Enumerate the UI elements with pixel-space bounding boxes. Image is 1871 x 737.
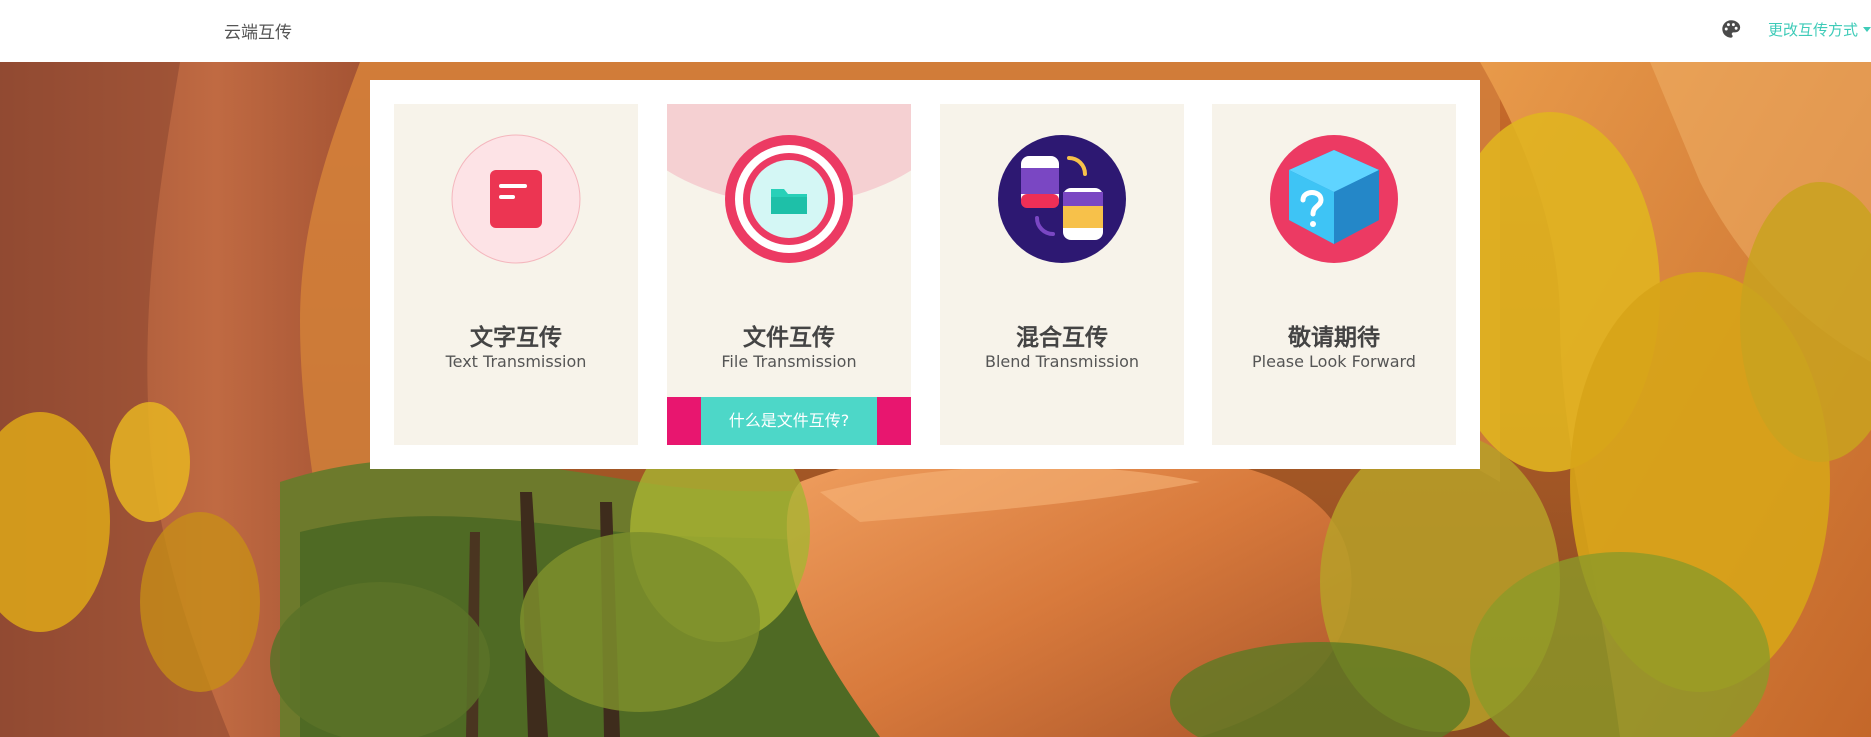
folder-icon bbox=[725, 135, 853, 263]
mystery-box-icon bbox=[1270, 135, 1398, 263]
blend-icon bbox=[998, 135, 1126, 263]
card-subtitle: Blend Transmission bbox=[984, 352, 1139, 371]
what-is-file-transmission-button[interactable]: 什么是文件互传? bbox=[701, 397, 877, 445]
card-please-look-forward[interactable]: 敬请期待 Please Look Forward bbox=[1212, 104, 1456, 445]
brand-link[interactable]: 云端互传 bbox=[224, 18, 292, 43]
navbar: 云端互传 更改互传方式 bbox=[0, 0, 1871, 62]
card-title: 文字互传 bbox=[470, 324, 562, 350]
switch-mode-dropdown[interactable]: 更改互传方式 bbox=[1768, 19, 1871, 40]
document-icon bbox=[451, 134, 581, 264]
help-button-bar: 什么是文件互传? bbox=[667, 397, 911, 445]
palette-icon[interactable] bbox=[1720, 18, 1742, 40]
transmission-panel: 文字互传 Text Transmission 文件互传 File Transmi… bbox=[370, 80, 1480, 469]
card-subtitle: Please Look Forward bbox=[1252, 352, 1416, 371]
card-file-transmission[interactable]: 文件互传 File Transmission 什么是文件互传? bbox=[667, 104, 911, 445]
card-text-transmission[interactable]: 文字互传 Text Transmission bbox=[394, 104, 638, 445]
card-title: 混合互传 bbox=[1016, 324, 1108, 350]
switch-mode-label: 更改互传方式 bbox=[1768, 22, 1859, 39]
caret-down-icon bbox=[1863, 27, 1871, 32]
card-blend-transmission[interactable]: 混合互传 Blend Transmission bbox=[940, 104, 1184, 445]
card-subtitle: Text Transmission bbox=[445, 352, 587, 371]
card-subtitle: File Transmission bbox=[721, 352, 857, 371]
card-title: 敬请期待 bbox=[1288, 324, 1380, 350]
card-title: 文件互传 bbox=[743, 324, 835, 350]
